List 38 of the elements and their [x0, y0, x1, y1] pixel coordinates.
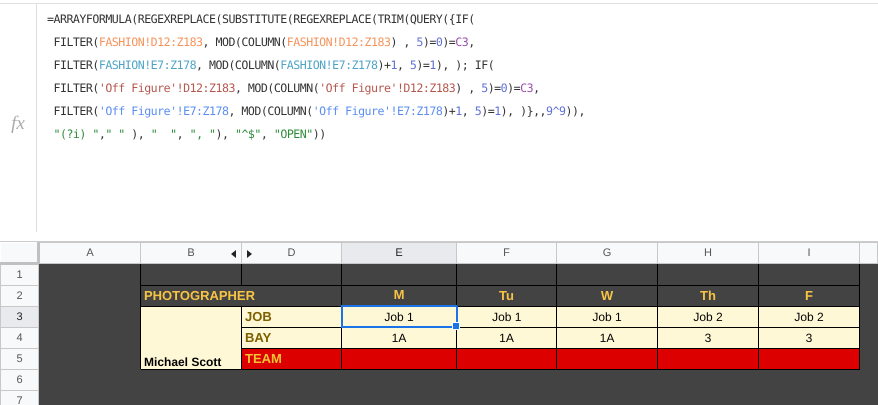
row-label: BAY — [242, 327, 342, 348]
fill-handle[interactable] — [452, 322, 460, 330]
table-cell: 1A — [556, 327, 658, 348]
column-header[interactable]: B — [140, 242, 242, 263]
table-cell: Job 1 — [456, 306, 556, 327]
row-header[interactable]: 7 — [0, 390, 38, 405]
day-header: Th — [658, 285, 758, 306]
row-header[interactable]: 4 — [0, 327, 38, 348]
table-cell: 1A — [456, 327, 556, 348]
table-cell: 1A — [342, 327, 456, 348]
formula-input[interactable]: =ARRAYFORMULA(REGEXREPLACE(SUBSTITUTE(REGEXREPLACE(TRIM(QUERY({IF( FILTER(FASHION!D12:Z183, MOD(COLUMN(FASHION!D12:Z183) , 5)=0)=C3, FILTER(FASHION!E7:Z178, MOD(COLUMN(FASHION!E7:Z178)+1, 5)=1), ); IF( FILTER('Off Figure'!D12:Z183, MOD(COLUMN('Off Figure'!D12:Z183) , 5)=0)=C3, FILTER('Off Figure'!E7:Z178, MOD(COLUMN('Off Figure'!E7:Z178)+1, 5)=1), )},,9^9)), "(?i) "," " ), " ", ", "), "^$", "OPEN")) — [37, 4, 585, 232]
table-cell: Job 2 — [658, 306, 758, 327]
table-cell: Job 2 — [758, 306, 860, 327]
column-header[interactable]: H — [658, 242, 758, 263]
table-cell: Job 1 — [556, 306, 658, 327]
section-title: PHOTOGRAPHER — [140, 285, 342, 306]
day-header: M — [342, 285, 456, 306]
day-header: Tu — [456, 285, 556, 306]
column-header[interactable]: E — [342, 242, 456, 263]
row-header[interactable]: 1 — [0, 263, 38, 285]
row-header[interactable]: 3 — [0, 306, 38, 327]
row-label: TEAM — [242, 348, 342, 369]
row-label: JOB — [242, 306, 342, 327]
row-header[interactable]: 2 — [0, 285, 38, 306]
day-header: W — [556, 285, 658, 306]
row-header[interactable]: 5 — [0, 348, 38, 369]
row-header[interactable]: 6 — [0, 369, 38, 390]
person-name: Michael Scott — [140, 306, 242, 369]
column-header[interactable]: F — [456, 242, 556, 263]
day-header: F — [758, 285, 860, 306]
expand-left-icon[interactable] — [231, 250, 236, 258]
column-header[interactable]: A — [38, 242, 140, 263]
table-cell: 3 — [658, 327, 758, 348]
column-header[interactable]: I — [758, 242, 860, 263]
expand-right-icon[interactable] — [247, 250, 252, 258]
table-cell: 3 — [758, 327, 860, 348]
column-header[interactable]: G — [556, 242, 658, 263]
column-header[interactable]: D — [242, 242, 342, 263]
